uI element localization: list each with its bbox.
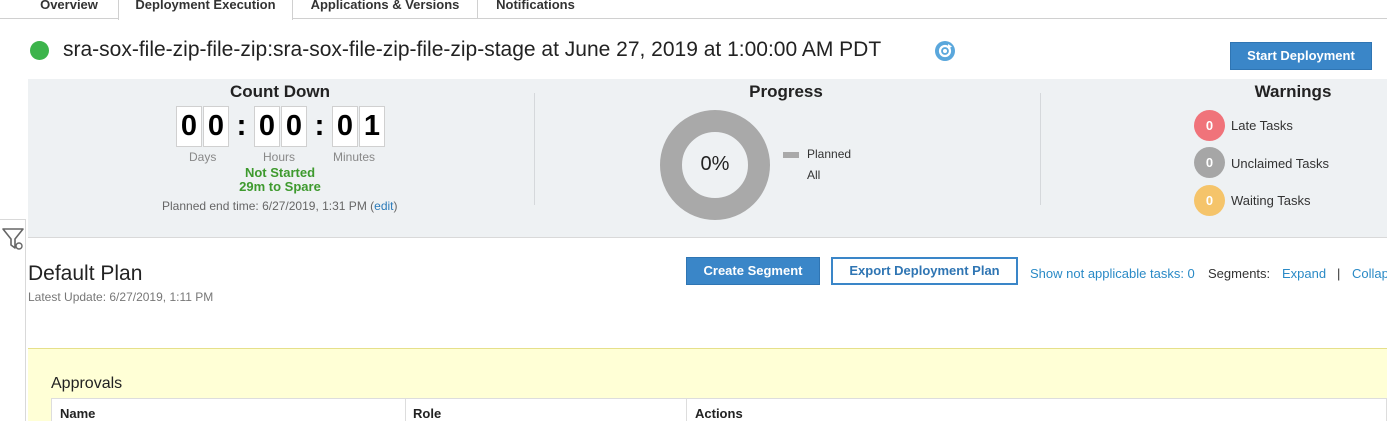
column-header-name[interactable]: Name (60, 406, 95, 421)
column-header-role[interactable]: Role (413, 406, 441, 421)
planned-end-time: Planned end time: 6/27/2019, 1:31 PM (ed… (162, 199, 398, 213)
column-header-actions[interactable]: Actions (695, 406, 743, 421)
tab-bar: Overview Deployment Execution Applicatio… (0, 0, 1387, 20)
unit-hours: Hours (263, 150, 296, 164)
approvals-title: Approvals (51, 375, 123, 392)
legend-all: All (807, 168, 821, 182)
tab-notifications[interactable]: Notifications (478, 0, 593, 19)
column-divider (405, 399, 406, 421)
expand-link[interactable]: Expand (1282, 266, 1326, 281)
countdown-digit: 0 (176, 105, 202, 147)
plan-title: Default Plan (28, 262, 143, 285)
show-not-applicable-link[interactable]: Show not applicable tasks: 0 (1030, 266, 1195, 281)
progress-percent: 0% (700, 153, 730, 175)
tab-applications-versions[interactable]: Applications & Versions (293, 0, 478, 19)
planned-end-text: Planned end time: 6/27/2019, 1:31 PM ( (162, 199, 375, 213)
planned-end-suffix: ) (393, 199, 398, 213)
edit-link[interactable]: edit (374, 199, 393, 213)
late-tasks-label: Late Tasks (1231, 118, 1293, 133)
legend-swatch (783, 152, 799, 158)
unclaimed-tasks-label: Unclaimed Tasks (1231, 156, 1330, 171)
countdown-digit: 0 (281, 105, 307, 147)
page-title: sra-sox-file-zip-file-zip:sra-sox-file-z… (63, 38, 882, 61)
collapse-link[interactable]: Collap (1352, 266, 1387, 281)
status-indicator (30, 41, 49, 60)
waiting-tasks-label: Waiting Tasks (1231, 193, 1311, 208)
warnings-title: Warnings (1254, 82, 1332, 101)
countdown-digit: 0 (254, 105, 280, 147)
export-plan-button[interactable]: Export Deployment Plan (831, 257, 1018, 285)
legend-planned: Planned (807, 147, 852, 161)
late-tasks-badge: 0 (1194, 110, 1225, 141)
countdown-separator: : (314, 109, 325, 142)
divider (534, 93, 535, 205)
countdown-status: Not Started 29m to Spare (180, 166, 380, 194)
countdown-digit: 0 (203, 105, 229, 147)
countdown-title: Count Down (229, 82, 331, 101)
plan-latest-update: Latest Update: 6/27/2019, 1:11 PM (28, 290, 214, 304)
tab-overview[interactable]: Overview (20, 0, 118, 19)
countdown-digit: 1 (359, 105, 385, 147)
filter-icon[interactable] (1, 226, 25, 252)
divider (1040, 93, 1041, 205)
start-deployment-button[interactable]: Start Deployment (1230, 42, 1372, 70)
unit-days: Days (189, 150, 217, 164)
create-segment-button[interactable]: Create Segment (686, 257, 820, 285)
unit-minutes: Minutes (333, 150, 376, 164)
countdown-digits: 0 0 : 0 0 : 0 1 (176, 105, 385, 147)
status-text: Not Started (244, 165, 316, 180)
unclaimed-tasks-badge: 0 (1194, 147, 1225, 178)
separator: | (1337, 266, 1341, 281)
countdown-separator: : (236, 109, 247, 142)
progress-title: Progress (749, 82, 823, 101)
tab-deployment-execution[interactable]: Deployment Execution (118, 0, 293, 20)
spare-text: 29m to Spare (239, 179, 321, 194)
segments-label: Segments: (1208, 266, 1271, 281)
countdown-digit: 0 (332, 105, 358, 147)
waiting-tasks-badge: 0 (1194, 185, 1225, 216)
column-divider (686, 399, 687, 421)
refresh-icon[interactable] (933, 39, 957, 63)
